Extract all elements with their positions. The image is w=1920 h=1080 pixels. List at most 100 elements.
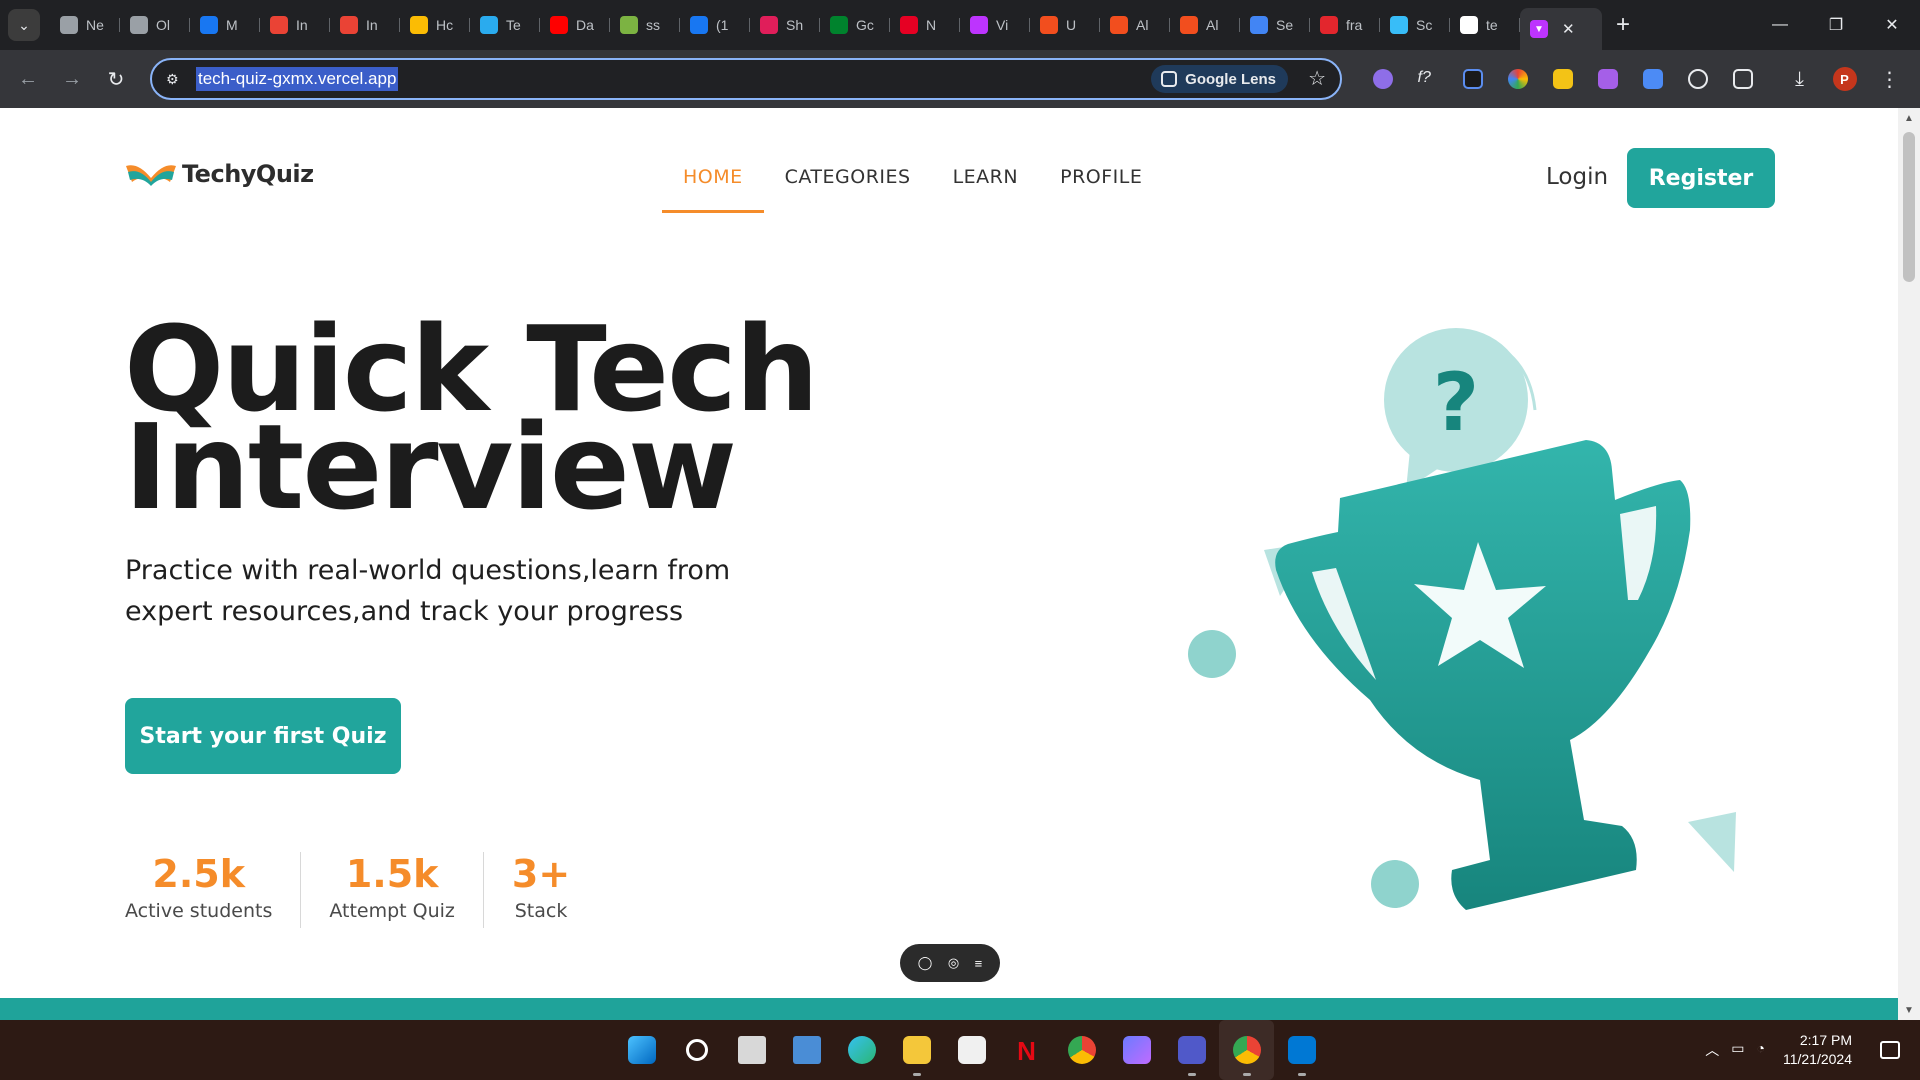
file-explorer-icon[interactable] (889, 1020, 944, 1080)
browser-tab[interactable]: Al (1170, 7, 1240, 43)
restore-button[interactable]: ❐ (1808, 0, 1864, 50)
site-logo[interactable]: TechyQuiz (124, 160, 314, 188)
browser-tab-label: (1 (716, 17, 729, 33)
clock-date: 11/21/2024 (1782, 1051, 1852, 1067)
facebook-icon (690, 16, 708, 34)
taskbar-clock[interactable]: 2:17 PM 11/21/2024 (1783, 1031, 1852, 1069)
start-quiz-button[interactable]: Start your first Quiz (125, 698, 401, 774)
browser-tab[interactable]: Sh (750, 7, 820, 43)
browser-tab-label: Vi (996, 17, 1009, 33)
extension-icon[interactable]: f? (1405, 50, 1450, 108)
extensions-puzzle-icon[interactable] (1720, 50, 1765, 108)
network-icon[interactable]: ◔ (1757, 1040, 1765, 1060)
extension-icon[interactable] (1630, 50, 1675, 108)
close-tab-icon[interactable]: ✕ (1562, 20, 1575, 38)
extension-icon[interactable] (1360, 50, 1405, 108)
download-icon[interactable]: ⤓ (1777, 50, 1822, 108)
brand-name: TechyQuiz (182, 160, 314, 188)
browser-menu-icon[interactable]: ⋮ (1867, 50, 1912, 108)
comment-icon[interactable]: ◯ (918, 955, 933, 971)
browser-tab-label: Gc (856, 17, 874, 33)
task-view-icon[interactable] (724, 1020, 779, 1080)
nav-home[interactable]: HOME (662, 156, 764, 213)
scroll-down-arrow[interactable]: ▼ (1904, 1005, 1914, 1016)
browser-tab[interactable]: Hc (400, 7, 470, 43)
tab-search-icon[interactable]: ⌄ (8, 9, 40, 41)
stat-label: Attempt Quiz (329, 900, 455, 922)
teams-icon[interactable] (1164, 1020, 1219, 1080)
system-tray: ︿ ▭ ◔ 2:17 PM 11/21/2024 (1705, 1020, 1920, 1080)
chrome-profile-icon[interactable] (1219, 1020, 1274, 1080)
browser-tab-active[interactable]: ▼ ✕ (1520, 8, 1602, 50)
browser-tab[interactable]: In (260, 7, 330, 43)
chrome-icon (60, 16, 78, 34)
site-info-icon[interactable]: ⚙ (166, 71, 186, 88)
chrome-icon[interactable] (1054, 1020, 1109, 1080)
profile-avatar[interactable]: P (1822, 50, 1867, 108)
browser-tab[interactable]: U (1030, 7, 1100, 43)
toggle-icon[interactable]: ◎ (948, 955, 959, 971)
browser-tab[interactable]: Sc (1380, 7, 1450, 43)
browser-tab[interactable]: N (890, 7, 960, 43)
tailwind-icon (1390, 16, 1408, 34)
taskbar-apps: N (614, 1020, 1329, 1080)
start-menu-icon[interactable] (614, 1020, 669, 1080)
google-lens-button[interactable]: Google Lens (1151, 65, 1288, 93)
framer-icon (1320, 16, 1338, 34)
search-icon[interactable] (669, 1020, 724, 1080)
browser-tab[interactable]: Ol (120, 7, 190, 43)
browser-tab-label: Da (576, 17, 594, 33)
edge-icon[interactable] (834, 1020, 889, 1080)
browser-tab[interactable]: In (330, 7, 400, 43)
browser-tab[interactable]: M (190, 7, 260, 43)
browser-tab[interactable]: te (1450, 7, 1520, 43)
browser-tab-strip: ⌄ Ne Ol M In In Hc Te Da ss (1 Sh Gc N Vi U Al Al Se fra Sc… (0, 0, 1920, 50)
browser-tab[interactable]: (1 (680, 7, 750, 43)
netflix-icon[interactable]: N (999, 1020, 1054, 1080)
browser-tab[interactable]: Al (1100, 7, 1170, 43)
extension-icon[interactable] (1540, 50, 1585, 108)
list-icon[interactable]: ≡ (975, 956, 983, 971)
page-scrollbar[interactable]: ▲ ▼ (1898, 108, 1920, 1020)
extension-icon[interactable] (1495, 50, 1540, 108)
minimize-button[interactable]: — (1752, 0, 1808, 50)
browser-tab[interactable]: Te (470, 7, 540, 43)
nav-profile[interactable]: PROFILE (1039, 156, 1163, 198)
notification-icon[interactable] (1880, 1041, 1900, 1059)
browser-tab[interactable]: Vi (960, 7, 1030, 43)
reload-button[interactable]: ↻ (94, 57, 138, 101)
new-tab-button[interactable]: + (1616, 11, 1630, 39)
browser-tab[interactable]: ss (610, 7, 680, 43)
browser-tab[interactable]: Gc (820, 7, 890, 43)
stats-row: 2.5k Active students 1.5k Attempt Quiz 3… (125, 852, 626, 928)
browser-tab[interactable]: fra (1310, 7, 1380, 43)
close-window-button[interactable]: ✕ (1864, 0, 1920, 50)
register-button[interactable]: Register (1627, 148, 1775, 208)
url-text[interactable]: tech-quiz-gxmx.vercel.app (196, 67, 399, 91)
microsoft-store-icon[interactable] (944, 1020, 999, 1080)
bookmark-star-icon[interactable]: ☆ (1308, 66, 1326, 91)
react-devtools-icon[interactable] (1675, 50, 1720, 108)
extensions-bar: f? ⤓ P ⋮ (1360, 50, 1912, 108)
browser-tab[interactable]: Ne (50, 7, 120, 43)
nav-categories[interactable]: CATEGORIES (764, 156, 932, 198)
address-bar[interactable]: ⚙ tech-quiz-gxmx.vercel.app Google Lens … (150, 58, 1342, 100)
scroll-up-arrow[interactable]: ▲ (1904, 113, 1914, 124)
extension-icon[interactable] (1585, 50, 1630, 108)
nav-learn[interactable]: LEARN (932, 156, 1040, 198)
browser-tab[interactable]: Da (540, 7, 610, 43)
battery-icon[interactable]: ▭ (1731, 1040, 1744, 1060)
scrollbar-thumb[interactable] (1903, 132, 1915, 282)
browser-tab[interactable]: Se (1240, 7, 1310, 43)
stat-label: Stack (514, 900, 568, 922)
back-button[interactable]: ← (6, 57, 50, 101)
telegram-icon (480, 16, 498, 34)
browser-tab-label: Al (1136, 17, 1149, 33)
widgets-icon[interactable] (779, 1020, 834, 1080)
copilot-icon[interactable] (1109, 1020, 1164, 1080)
forward-button[interactable]: → (50, 57, 94, 101)
chevron-up-icon[interactable]: ︿ (1705, 1040, 1719, 1060)
login-link[interactable]: Login (1546, 164, 1608, 190)
color-picker-icon[interactable] (1450, 50, 1495, 108)
vscode-icon[interactable] (1274, 1020, 1329, 1080)
